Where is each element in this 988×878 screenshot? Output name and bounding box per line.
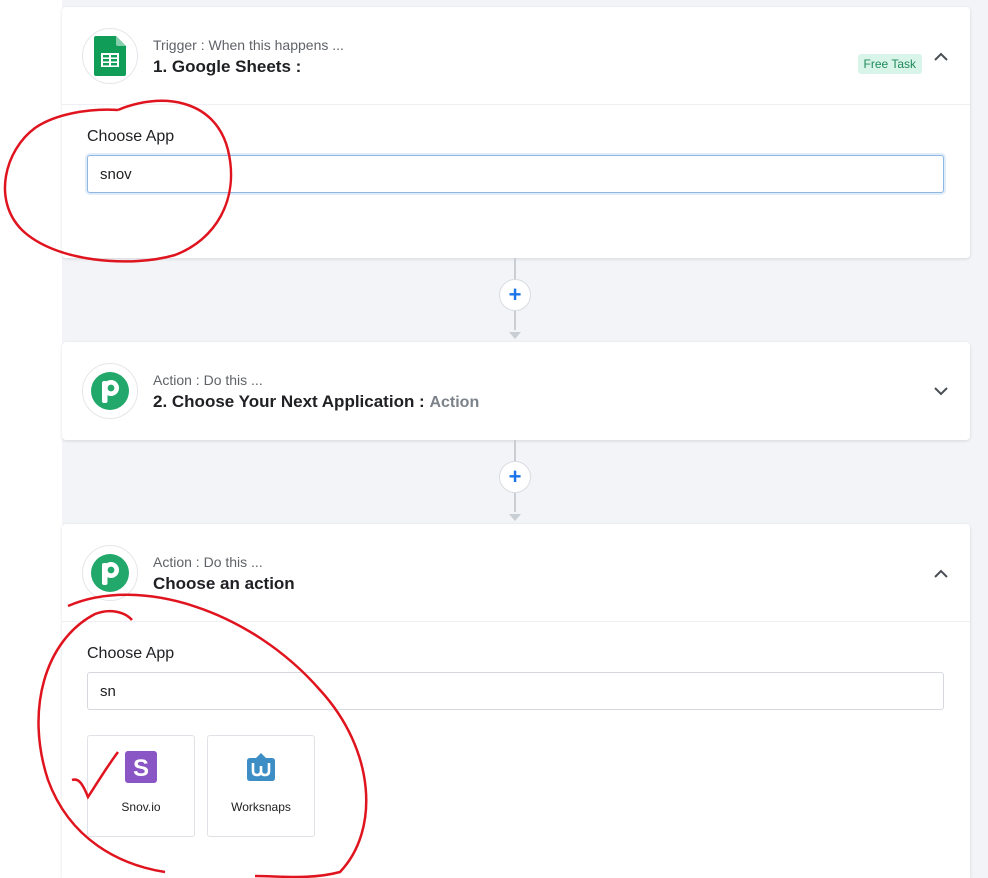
choose-app-label: Choose App [87,645,175,662]
add-step-button[interactable]: + [499,461,531,493]
step-title: 2. Choose Your Next Application : Action [153,392,479,412]
app-tile-label: Worksnaps [231,800,291,814]
step-subtitle: Trigger : When this happens ... [153,37,344,53]
step-title: Choose an action [153,574,295,593]
choose-app-input[interactable] [87,672,944,710]
step-title-suffix: Action [429,394,480,411]
step-card-next-application: Action : Do this ... 2. Choose Your Next… [62,342,970,440]
step-body: Choose App S Snov.io [62,622,970,837]
app-search-results: S Snov.io Worksnaps [87,735,945,837]
workflow-canvas: Trigger : When this happens ... 1. Googl… [0,0,988,878]
app-tile-label: Snov.io [121,800,161,814]
add-step-button[interactable]: + [499,279,531,311]
plus-icon: + [508,464,522,489]
chevron-down-icon[interactable] [932,382,950,400]
arrow-down-icon [509,332,521,339]
choose-app-label: Choose App [87,128,175,145]
choose-app-input[interactable] [87,155,944,193]
pabbly-logo-icon [82,545,138,601]
step-title-text: 2. Choose Your Next Application : [153,392,425,411]
step-header[interactable]: Action : Do this ... 2. Choose Your Next… [62,342,970,440]
chevron-up-icon[interactable] [932,47,950,65]
step-body: Choose App [62,105,970,193]
arrow-down-icon [509,514,521,521]
app-tile-worksnaps[interactable]: Worksnaps [207,735,315,837]
step-subtitle: Action : Do this ... [153,372,263,388]
free-task-badge: Free Task [857,54,922,74]
step-card-google-sheets: Trigger : When this happens ... 1. Googl… [62,7,970,258]
step-header[interactable]: Action : Do this ... Choose an action [62,524,970,622]
snovio-icon: S [125,751,157,788]
svg-text:S: S [133,755,149,782]
step-subtitle: Action : Do this ... [153,554,263,570]
step-header[interactable]: Trigger : When this happens ... 1. Googl… [62,7,970,105]
pabbly-logo-icon [82,363,138,419]
app-tile-snovio[interactable]: S Snov.io [87,735,195,837]
google-sheets-icon [82,28,138,84]
chevron-up-icon[interactable] [932,564,950,582]
step-title: 1. Google Sheets : [153,57,302,76]
step-card-choose-action: Action : Do this ... Choose an action Ch… [62,524,970,878]
plus-icon: + [508,282,522,307]
worksnaps-icon [245,751,277,788]
